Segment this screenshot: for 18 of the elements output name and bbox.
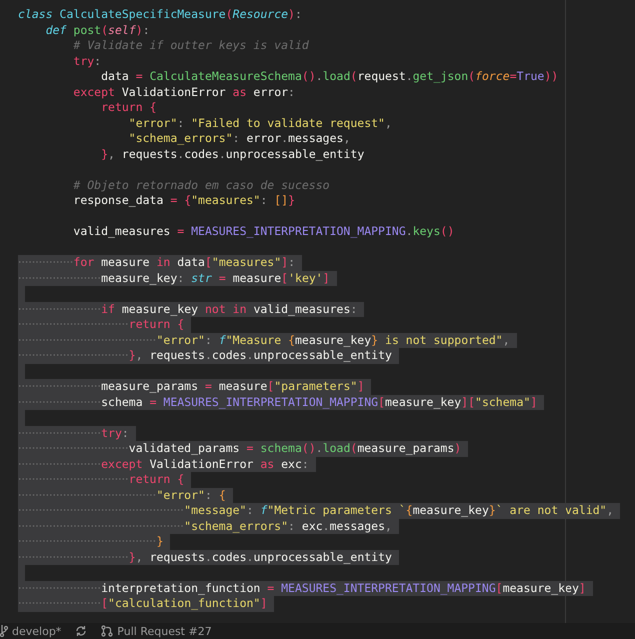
code-line: "error": "Failed to validate request",: [128, 116, 393, 131]
branch-name[interactable]: develop*: [12, 624, 62, 638]
pull-request-icon: [101, 625, 114, 637]
code-line: valid_measures = MEASURES_INTERPRETATION_MAPPING.keys(): [72, 224, 456, 240]
pull-request-link[interactable]: Pull Request #27: [117, 624, 212, 638]
code-line: try:: [72, 54, 102, 69]
code-line: "schema_errors": error.messages,: [128, 131, 352, 146]
sync-icon[interactable]: [75, 625, 88, 637]
code-line: return {: [100, 100, 158, 116]
code-line: # Objeto retornado em caso de sucesso: [72, 178, 331, 193]
code-line: except ValidationError as error:: [72, 84, 296, 100]
code-line: def post(self):: [44, 22, 151, 38]
code-line: class CalculateSpecificMeasure(Resource):: [18, 7, 303, 22]
code-line: data = CalculateMeasureSchema().load(request.get_json(force=True)): [100, 69, 560, 84]
code-line: # Validate if outter keys is valid: [72, 38, 310, 54]
branch-icon: [0, 625, 8, 637]
code-line: }, requests.codes.unprocessable_entity: [100, 146, 366, 162]
code-line: response_data = {"measures": []}: [72, 193, 296, 208]
